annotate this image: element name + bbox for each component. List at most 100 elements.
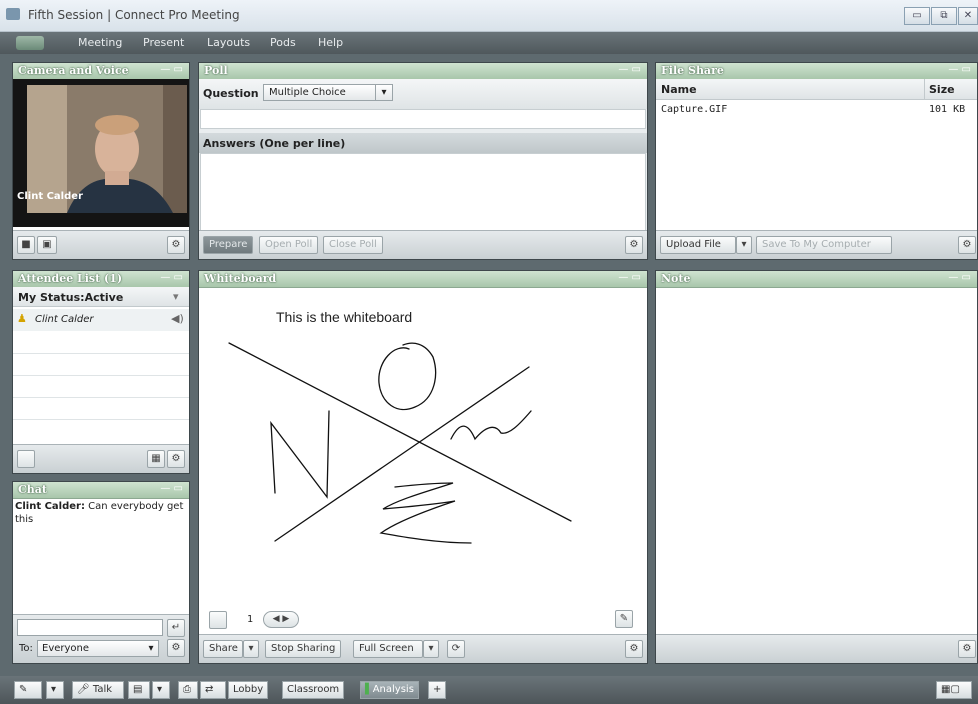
pod-title: Camera and Voice <box>18 64 129 77</box>
page-number: 1 <box>247 614 254 625</box>
status-chevron-down-icon[interactable]: ▾ <box>46 681 64 699</box>
pod-title: Attendee List (1) <box>18 272 123 285</box>
question-label: Question <box>203 87 259 100</box>
attendee-row[interactable]: ♟ Clint Calder ◀) <box>13 309 189 331</box>
attendee-action-button[interactable] <box>17 450 35 468</box>
recipient-value: Everyone <box>42 643 90 654</box>
share-menu-chevron-down-icon[interactable]: ▾ <box>243 640 259 658</box>
whiteboard-edit-icon[interactable]: ✎ <box>615 610 633 628</box>
poll-type-select[interactable]: Multiple Choice ▾ <box>263 84 393 101</box>
page-navigation-arrows-icon[interactable]: ◀ ▶ <box>263 611 299 628</box>
my-status-dropdown[interactable]: My Status:Active ▾ <box>13 287 189 307</box>
pod-title: Poll <box>204 64 228 77</box>
pod-window-controls[interactable]: — ▭ <box>618 272 641 283</box>
full-screen-button[interactable]: Full Screen <box>353 640 423 658</box>
whiteboard-page-controls: 1 ◀ ▶ ✎ <box>199 603 647 633</box>
layout-tab-analysis[interactable]: ▌Analysis <box>360 681 419 699</box>
file-row[interactable]: Capture.GIF 101 KB <box>656 101 977 119</box>
menu-meeting[interactable]: Meeting <box>78 36 122 49</box>
pod-window-controls[interactable]: — ▭ <box>948 64 971 75</box>
upload-file-button[interactable]: Upload File <box>660 236 736 254</box>
pod-header: Camera and Voice — ▭ <box>13 63 189 80</box>
mic-options-icon[interactable]: ▤ <box>128 681 150 699</box>
pod-footer: ■ ▣ ⚙ <box>13 230 189 259</box>
pod-footer: Upload File ▾ Save To My Computer ⚙ <box>656 230 977 259</box>
maximize-button[interactable]: ⧉ <box>931 7 957 25</box>
my-status-label: My Status:Active <box>18 291 124 304</box>
menu-pods[interactable]: Pods <box>270 36 296 49</box>
layout-print-icon[interactable]: ⎙ <box>178 681 198 699</box>
app-icon <box>6 8 20 20</box>
save-to-computer-button[interactable]: Save To My Computer <box>756 236 892 254</box>
active-layout-indicator: ▌ <box>365 684 373 695</box>
talk-button[interactable]: 🎤︎ Talk <box>72 681 124 699</box>
menu-help[interactable]: Help <box>318 36 343 49</box>
minimize-button[interactable]: ▭ <box>904 7 930 25</box>
column-size-header[interactable]: Size <box>929 83 955 96</box>
poll-type-value: Multiple Choice <box>269 87 346 98</box>
pod-title: Note <box>661 272 691 285</box>
speaker-volume-icon: ◀) <box>171 312 184 325</box>
start-camera-button[interactable]: ▣ <box>37 236 57 254</box>
layout-tab-label: Lobby <box>233 684 264 695</box>
pod-footer: ▦ ⚙ <box>13 444 189 473</box>
pod-options-gear-icon[interactable]: ⚙ <box>958 640 976 658</box>
question-input[interactable] <box>200 109 646 129</box>
pod-header: Poll — ▭ <box>199 63 647 80</box>
pod-window-controls[interactable]: — ▭ <box>160 272 183 283</box>
note-text-area[interactable] <box>656 287 977 635</box>
full-screen-chevron-down-icon[interactable]: ▾ <box>423 640 439 658</box>
pod-options-gear-icon[interactable]: ⚙ <box>167 450 185 468</box>
layout-tab-label: Analysis <box>372 684 414 695</box>
poll-pod: Poll — ▭ Question Multiple Choice ▾ Answ… <box>198 62 648 260</box>
status-pencil-icon[interactable]: ✎ <box>14 681 42 699</box>
prepare-button[interactable]: Prepare <box>203 236 254 254</box>
pod-header: File Share — ▭ <box>656 63 977 80</box>
file-size: 101 KB <box>929 104 966 115</box>
recipient-select[interactable]: Everyone ▾ <box>37 640 159 657</box>
view-toggle-icon[interactable]: ▦ <box>147 450 165 468</box>
pod-options-gear-icon[interactable]: ⚙ <box>958 236 976 254</box>
layout-tab-classroom[interactable]: Classroom <box>282 681 345 699</box>
window-titlebar: Fifth Session | Connect Pro Meeting ▭ ⧉ … <box>0 0 978 32</box>
camera-video: Clint Calder <box>13 79 189 227</box>
answers-label: Answers (One per line) <box>203 137 346 150</box>
layout-tab-label: Classroom <box>287 684 340 695</box>
menu-layouts[interactable]: Layouts <box>207 36 250 49</box>
open-poll-button[interactable]: Open Poll <box>259 236 319 254</box>
pod-options-gear-icon[interactable]: ⚙ <box>167 236 185 254</box>
pod-title: File Share <box>661 64 724 77</box>
close-poll-button[interactable]: Close Poll <box>323 236 383 254</box>
pod-window-controls[interactable]: — ▭ <box>160 64 183 75</box>
chat-sender: Clint Calder: <box>15 501 85 512</box>
pod-options-gear-icon[interactable]: ⚙ <box>625 640 643 658</box>
pod-options-gear-icon[interactable]: ⚙ <box>625 236 643 254</box>
pod-manager-icon[interactable]: ▦▢ <box>936 681 972 699</box>
stop-sharing-button[interactable]: Stop Sharing <box>265 640 342 658</box>
whiteboard-drawing[interactable] <box>199 287 647 617</box>
pod-window-controls[interactable]: — ▭ <box>618 64 641 75</box>
column-name-header[interactable]: Name <box>661 83 697 96</box>
layouts-manage-icon[interactable]: ⇄ <box>200 681 226 699</box>
send-enter-icon[interactable]: ↵ <box>167 619 185 637</box>
chat-pod: Chat — ▭ Clint Calder: Can everybody get… <box>12 481 190 664</box>
connect-logo-icon[interactable] <box>16 36 44 50</box>
pod-footer: Prepare Open Poll Close Poll ⚙ <box>199 230 647 259</box>
pod-options-gear-icon[interactable]: ⚙ <box>167 639 185 657</box>
pod-window-controls[interactable]: — ▭ <box>160 483 183 494</box>
pod-window-controls[interactable]: — ▭ <box>948 272 971 283</box>
pod-header: Attendee List (1) — ▭ <box>13 271 189 288</box>
add-layout-button[interactable]: + <box>428 681 446 699</box>
page-thumbnail-button[interactable] <box>209 611 227 629</box>
sync-icon[interactable]: ⟳ <box>447 640 465 658</box>
share-button[interactable]: Share <box>203 640 243 658</box>
menu-bar: Meeting Present Layouts Pods Help <box>0 32 978 54</box>
chat-message-input[interactable] <box>17 619 163 636</box>
menu-present[interactable]: Present <box>143 36 184 49</box>
stop-camera-button[interactable]: ■ <box>17 236 35 254</box>
answers-textarea[interactable] <box>200 153 646 231</box>
upload-menu-chevron-down-icon[interactable]: ▾ <box>736 236 752 254</box>
mic-chevron-down-icon[interactable]: ▾ <box>152 681 170 699</box>
close-button[interactable]: ✕ <box>958 7 978 25</box>
layout-tab-lobby[interactable]: Lobby <box>228 681 269 699</box>
